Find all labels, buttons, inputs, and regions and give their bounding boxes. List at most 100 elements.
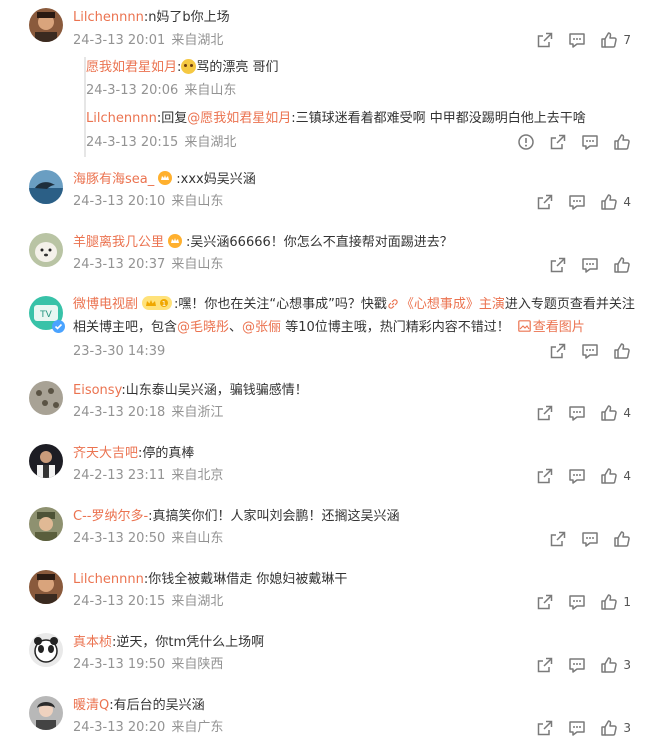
like-button[interactable]: 3 xyxy=(600,656,631,674)
like-button[interactable]: 7 xyxy=(600,31,631,49)
reply-button[interactable] xyxy=(581,133,599,151)
like-button[interactable] xyxy=(613,342,631,360)
like-icon xyxy=(600,404,618,422)
comment-icon xyxy=(581,133,599,151)
like-button[interactable]: 4 xyxy=(600,193,631,211)
username[interactable]: 暖清Q xyxy=(73,698,109,713)
reply-meta: 24-3-13 20:06 来自山东 xyxy=(86,83,236,99)
like-button[interactable]: 4 xyxy=(600,404,631,422)
share-button[interactable] xyxy=(536,404,554,422)
reply-button[interactable] xyxy=(568,467,586,485)
comment-meta: 23-3-30 14:39 xyxy=(73,344,165,360)
share-button[interactable] xyxy=(536,593,554,611)
mention-link[interactable]: @张俪 xyxy=(242,320,281,335)
comment-icon xyxy=(568,404,586,422)
share-icon xyxy=(536,593,554,611)
timestamp: 24-3-13 20:15 xyxy=(73,594,166,609)
username[interactable]: Lilchennnn xyxy=(73,572,144,587)
avatar[interactable] xyxy=(29,633,63,667)
comment-meta: 24-3-13 20:37 来自山东 xyxy=(73,257,223,273)
reply-button[interactable] xyxy=(568,656,586,674)
like-button[interactable]: 3 xyxy=(600,719,631,737)
comment-content: 真本桢:逆天，你tm凭什么上场啊 xyxy=(73,633,635,653)
reply-button[interactable] xyxy=(581,256,599,274)
comment-text: :有后台的吴兴涵 xyxy=(109,698,205,713)
comment-icon xyxy=(568,467,586,485)
share-icon xyxy=(549,133,567,151)
share-button[interactable] xyxy=(536,31,554,49)
username[interactable]: 愿我如君星如月 xyxy=(86,60,177,75)
share-button[interactable] xyxy=(549,133,567,151)
like-button[interactable] xyxy=(613,530,631,548)
username[interactable]: Eisonsy xyxy=(73,383,121,398)
report-button[interactable] xyxy=(517,133,535,151)
avatar[interactable] xyxy=(29,381,63,415)
like-icon xyxy=(600,467,618,485)
reply-button[interactable] xyxy=(581,530,599,548)
avatar[interactable] xyxy=(29,233,63,267)
comment-content: 微博电视剧 1:嘿！你也在关注“心想事成”吗？快戳 《心想事成》主演进入专题页查看并… xyxy=(73,296,635,335)
reply-button[interactable] xyxy=(568,193,586,211)
comment-content: 羊腿离我几公里 :吴兴涵66666！你怎么不直接帮对面踢进去？ xyxy=(73,233,635,253)
username[interactable]: 齐天大吉吧 xyxy=(73,446,138,461)
like-icon xyxy=(613,133,631,151)
like-icon xyxy=(600,656,618,674)
avatar[interactable] xyxy=(29,8,63,42)
comment-text: :n妈了b你上场 xyxy=(143,10,230,25)
report-icon xyxy=(517,133,535,151)
like-button[interactable] xyxy=(613,133,631,151)
like-icon xyxy=(613,530,631,548)
mention-link[interactable]: @毛晓彤 xyxy=(177,320,229,335)
mention-link[interactable]: @愿我如君星如月 xyxy=(187,111,291,126)
like-button[interactable]: 4 xyxy=(600,467,631,485)
username[interactable]: 微博电视剧 xyxy=(73,297,138,312)
avatar[interactable] xyxy=(29,570,63,604)
avatar[interactable] xyxy=(29,507,63,541)
comment-content: 海豚有海sea_:xxx妈吴兴涵 xyxy=(73,170,635,190)
comment-icon xyxy=(568,31,586,49)
comment-actions: 1 xyxy=(522,593,631,611)
location: 来自山东 xyxy=(171,257,224,272)
like-button[interactable] xyxy=(613,256,631,274)
reply-button[interactable] xyxy=(568,593,586,611)
timestamp: 24-3-13 20:18 xyxy=(73,405,166,420)
like-count: 4 xyxy=(623,195,631,209)
comment-icon xyxy=(568,719,586,737)
username[interactable]: 羊腿离我几公里 xyxy=(73,235,164,250)
topic-link[interactable]: 《心想事成》主演 xyxy=(401,297,505,312)
comment-text: :吴兴涵66666！你怎么不直接帮对面踢进去？ xyxy=(186,235,453,250)
location: 来自广东 xyxy=(171,720,224,735)
comment-content: Lilchennnn:n妈了b你上场 xyxy=(73,8,635,28)
share-button[interactable] xyxy=(549,530,567,548)
username[interactable]: Lilchennnn xyxy=(73,10,144,25)
location: 来自浙江 xyxy=(171,405,224,420)
comment-content: Eisonsy:山东泰山吴兴涵，骗钱骗感情！ xyxy=(73,381,635,401)
crown-badge-icon xyxy=(158,171,173,185)
avatar[interactable] xyxy=(29,696,63,730)
username[interactable]: 真本桢 xyxy=(73,635,112,650)
share-button[interactable] xyxy=(536,656,554,674)
share-button[interactable] xyxy=(549,256,567,274)
reply-button[interactable] xyxy=(581,342,599,360)
reply-button[interactable] xyxy=(568,31,586,49)
like-count: 1 xyxy=(623,595,631,609)
reply-text: 骂的漂亮 哥们 xyxy=(196,60,279,75)
share-button[interactable] xyxy=(536,193,554,211)
like-icon xyxy=(600,31,618,49)
avatar[interactable] xyxy=(29,170,63,204)
reply-button[interactable] xyxy=(568,404,586,422)
timestamp: 24-3-13 20:37 xyxy=(73,257,166,272)
share-icon xyxy=(536,193,554,211)
username[interactable]: Lilchennnn xyxy=(86,111,157,126)
share-button[interactable] xyxy=(549,342,567,360)
comment-text: :山东泰山吴兴涵，骗钱骗感情！ xyxy=(121,383,308,398)
view-image-link[interactable]: 查看图片 xyxy=(510,320,585,335)
like-button[interactable]: 1 xyxy=(600,593,631,611)
reply-button[interactable] xyxy=(568,719,586,737)
username[interactable]: C--罗纳尔多- xyxy=(73,509,148,524)
username[interactable]: 海豚有海sea_ xyxy=(73,172,154,187)
avatar[interactable] xyxy=(29,444,63,478)
timestamp: 23-3-30 14:39 xyxy=(73,344,166,359)
share-button[interactable] xyxy=(536,719,554,737)
share-button[interactable] xyxy=(536,467,554,485)
